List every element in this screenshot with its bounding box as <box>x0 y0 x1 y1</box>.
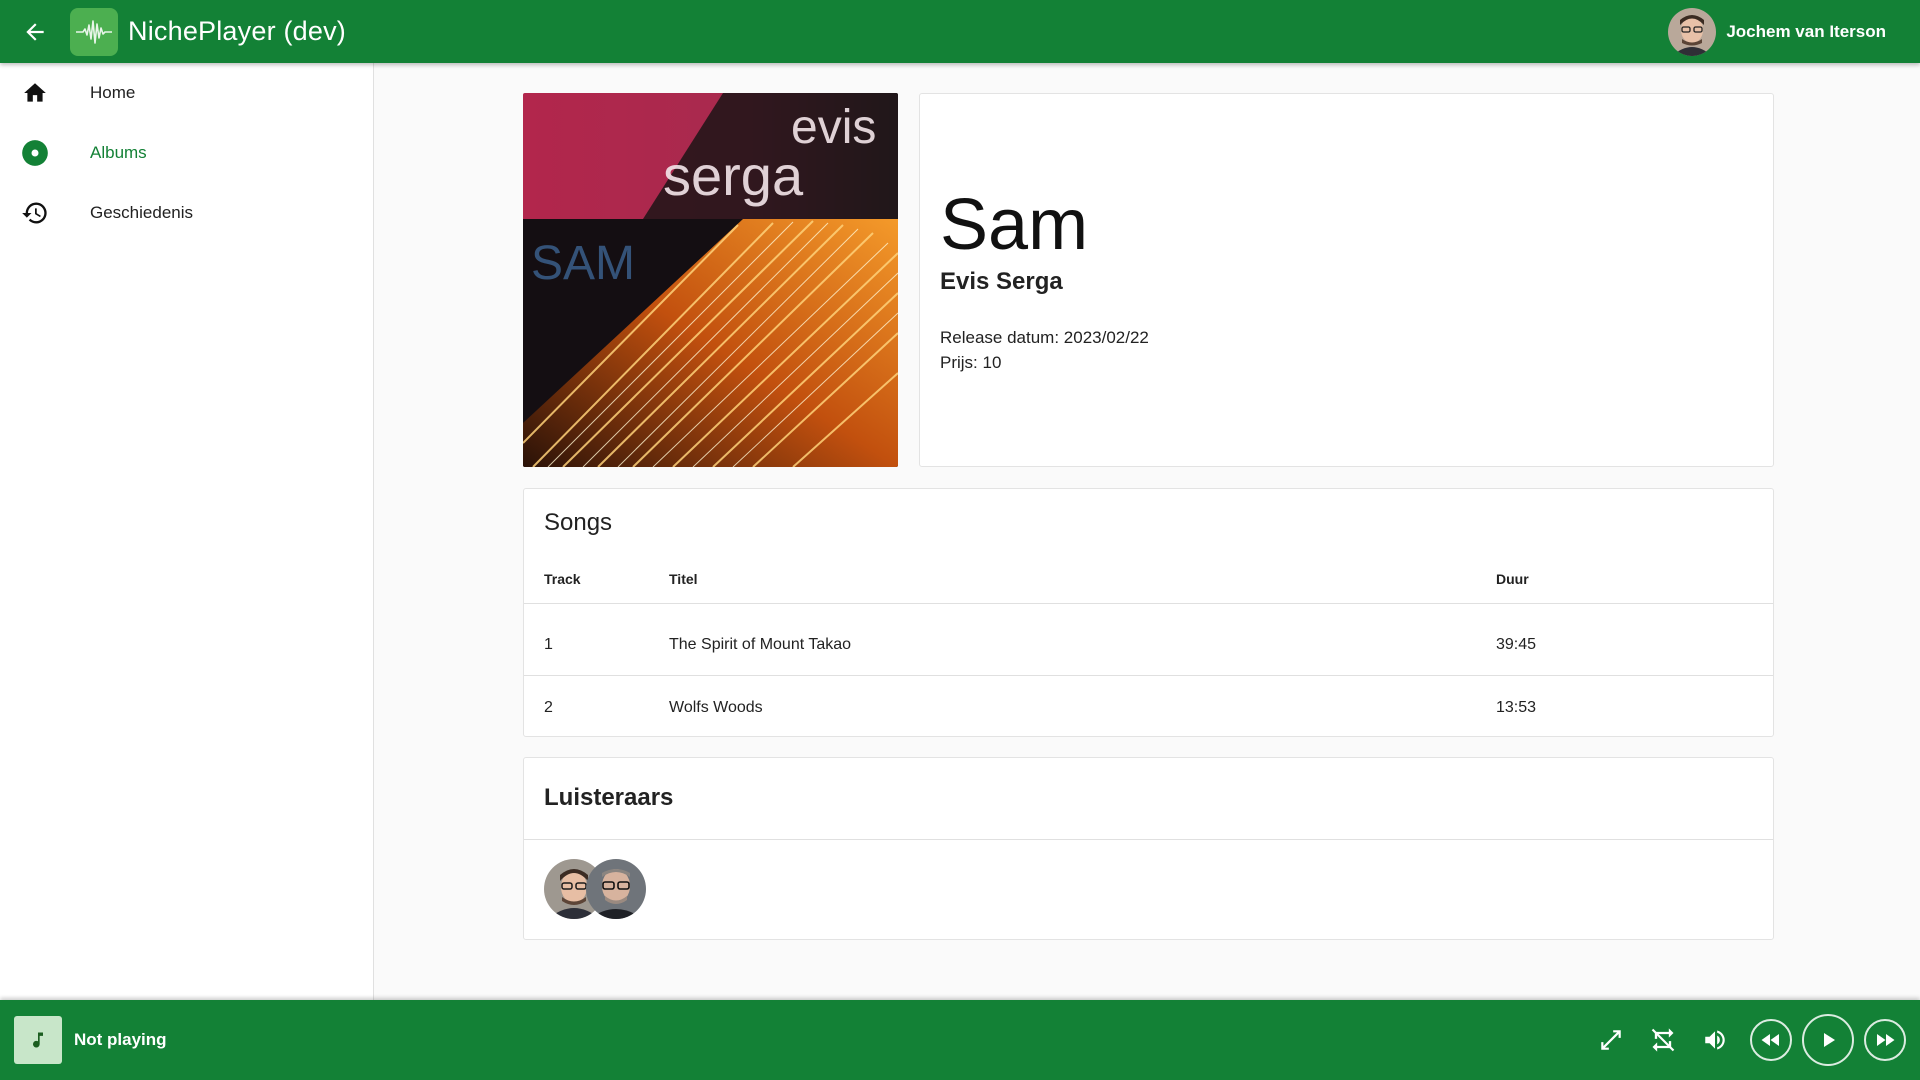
expand-icon <box>1601 1030 1621 1050</box>
album-meta: Release datum: 2023/02/22 Prijs: 10 <box>940 325 1149 375</box>
sidebar-item-label: Albums <box>90 143 147 162</box>
songs-card: Songs Track Titel Duur 1 The Spirit of M… <box>523 488 1774 737</box>
release-date: Release datum: 2023/02/22 <box>940 328 1149 347</box>
play-icon <box>1824 1033 1835 1047</box>
rewind-button[interactable] <box>1750 1019 1792 1061</box>
history-icon <box>22 202 47 224</box>
home-icon <box>24 83 46 102</box>
album-icon <box>22 140 48 166</box>
user-avatar <box>1668 7 1717 56</box>
cover-text-left: SAM <box>531 237 635 290</box>
sidebar-item-label: Home <box>90 83 136 102</box>
table-row[interactable]: 2 Wolfs Woods 13:53 <box>524 677 1773 738</box>
volume-button[interactable] <box>1692 1017 1738 1063</box>
album-info-card: Sam Evis Serga Release datum: 2023/02/22… <box>919 93 1774 467</box>
cover-text-mid: serga <box>663 144 804 207</box>
app-bar: NichePlayer (dev) Jochem van Iterson <box>0 0 1920 63</box>
track-title: The Spirit of Mount Takao <box>669 636 852 653</box>
listeners-card: Luisteraars <box>523 757 1774 940</box>
back-button[interactable] <box>12 9 58 55</box>
track-number: 2 <box>544 698 553 716</box>
play-button[interactable] <box>1802 1014 1854 1066</box>
track-title: Wolfs Woods <box>669 698 763 716</box>
listeners-title: Luisteraars <box>544 784 674 811</box>
album-artist: Evis Serga <box>940 268 1063 295</box>
album-cover: evis serga SAM <box>523 93 898 467</box>
app-title: NichePlayer (dev) <box>128 16 346 46</box>
listener-avatars <box>544 859 646 919</box>
table-row[interactable]: 1 The Spirit of Mount Takao 39:45 <box>524 615 1773 676</box>
sidebar-item-home[interactable]: Home <box>0 63 373 123</box>
user-name: Jochem van Iterson <box>1726 21 1886 41</box>
repeat-button[interactable] <box>1640 1017 1686 1063</box>
waveform-icon <box>76 19 112 44</box>
now-playing-thumbnail <box>14 1016 62 1064</box>
music-note-icon <box>33 1032 43 1048</box>
track-duration: 13:53 <box>1496 698 1537 716</box>
track-number: 1 <box>544 636 553 653</box>
arrow-back-icon <box>26 22 44 41</box>
table-header: Track Titel Duur <box>524 555 1773 604</box>
sidebar-item-history[interactable]: Geschiedenis <box>0 183 373 243</box>
listener-avatar[interactable] <box>586 859 646 919</box>
repeat-off-icon <box>1651 1028 1675 1052</box>
rewind-icon <box>1761 1034 1779 1046</box>
price: Prijs: 10 <box>940 353 1002 372</box>
divider <box>524 839 1773 840</box>
app-logo <box>70 7 118 56</box>
songs-title: Songs <box>544 509 613 536</box>
sidebar-item-label: Geschiedenis <box>90 203 194 222</box>
sidebar: Home Albums Geschiedenis <box>0 63 374 1000</box>
column-header-title: Titel <box>669 571 698 587</box>
sidebar-item-albums[interactable]: Albums <box>0 123 373 183</box>
album-title: Sam <box>940 185 1089 265</box>
column-header-duration: Duur <box>1496 571 1529 587</box>
user-menu[interactable]: Jochem van Iterson <box>1668 7 1886 56</box>
fullscreen-button[interactable] <box>1588 1017 1634 1063</box>
player-bar: Not playing <box>0 1000 1920 1080</box>
fast-forward-button[interactable] <box>1864 1019 1906 1061</box>
track-duration: 39:45 <box>1496 636 1537 653</box>
volume-icon <box>1705 1030 1725 1050</box>
column-header-track: Track <box>544 571 581 587</box>
cover-text-top: evis <box>791 101 876 154</box>
fast-forward-icon <box>1877 1034 1895 1046</box>
player-status: Not playing <box>74 1030 167 1049</box>
